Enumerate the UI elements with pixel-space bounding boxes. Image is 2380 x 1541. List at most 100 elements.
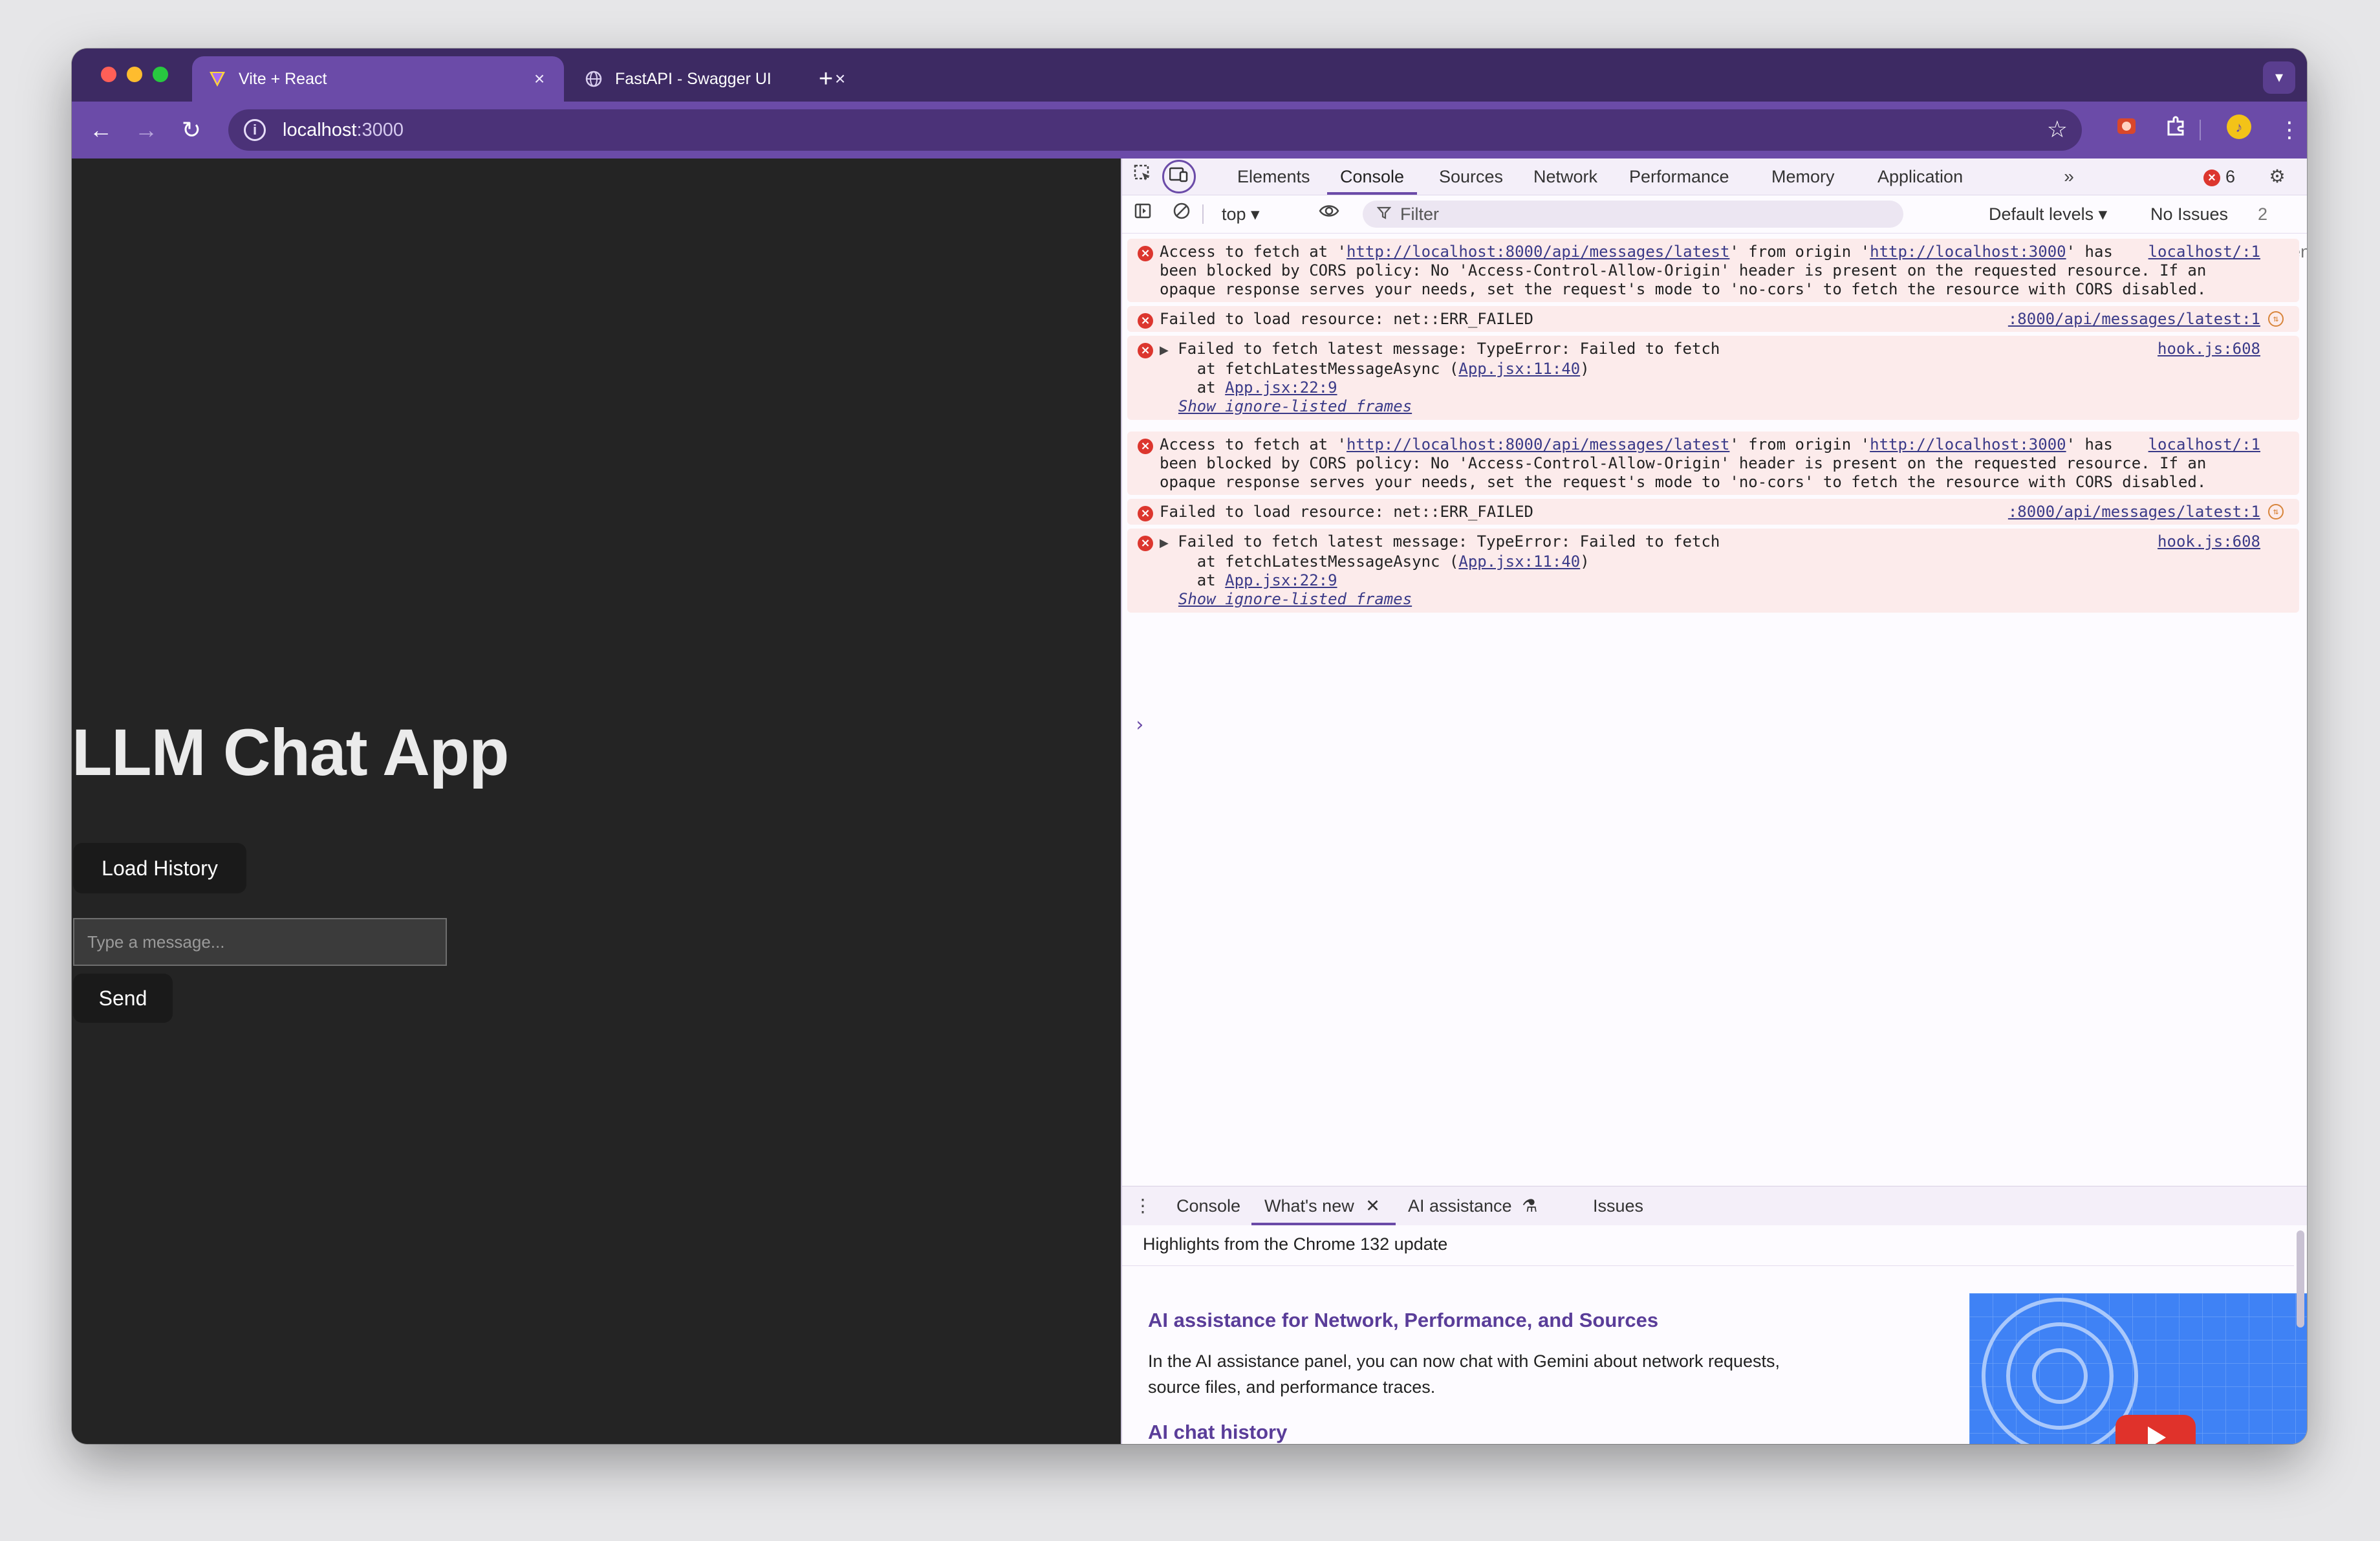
source-link[interactable]: localhost/:1 <box>2148 243 2260 261</box>
stack-frame-link[interactable]: App.jsx:11:40 <box>1458 552 1580 571</box>
drawer-menu-icon[interactable]: ⋮ <box>1130 1193 1156 1219</box>
drawer-scrollbar[interactable] <box>2297 1230 2304 1328</box>
source-link[interactable]: hook.js:608 <box>2158 340 2260 358</box>
devtools-menu-icon[interactable]: ⋮ <box>2299 164 2307 190</box>
send-button[interactable]: Send <box>73 974 173 1023</box>
error-counter[interactable]: × 6 <box>2203 158 2235 195</box>
url-text: localhost:3000 <box>283 119 404 140</box>
device-toolbar-icon[interactable] <box>1162 160 1196 193</box>
console-error-fetch[interactable]: × ▶ Failed to fetch latest message: Type… <box>1127 529 2299 613</box>
feature-heading[interactable]: AI assistance for Network, Performance, … <box>1148 1309 1658 1332</box>
close-window-button[interactable] <box>101 67 116 82</box>
svg-text:♪: ♪ <box>2236 119 2243 135</box>
request-url-link[interactable]: http://localhost:8000/api/messages/lates… <box>1347 435 1729 454</box>
tab-title: Vite + React <box>239 69 327 88</box>
settings-gear-icon[interactable]: ⚙ <box>2264 164 2290 190</box>
error-icon: × <box>1138 246 1153 261</box>
show-ignore-listed-frames-link[interactable]: Show ignore-listed frames <box>1178 397 1412 415</box>
expand-triangle-icon[interactable]: ▶ <box>1160 344 1169 357</box>
source-link[interactable]: localhost/:1 <box>2148 435 2260 454</box>
inspect-element-icon[interactable] <box>1130 164 1156 190</box>
drawer-tab-whats-new[interactable]: What's new ✕ <box>1251 1186 1396 1225</box>
request-url-link[interactable]: http://localhost:8000/api/messages/lates… <box>1347 243 1729 261</box>
origin-url-link[interactable]: http://localhost:3000 <box>1870 243 2066 261</box>
error-icon: × <box>1138 313 1153 329</box>
flask-icon: ⚗ <box>1522 1196 1538 1216</box>
highlights-title: Highlights from the Chrome 132 update <box>1143 1234 1448 1254</box>
console-error-fetch[interactable]: × ▶ Failed to fetch latest message: Type… <box>1127 336 2299 420</box>
more-tabs-chevron-icon[interactable]: » <box>2056 164 2082 190</box>
profile-avatar[interactable]: ♪ <box>2223 114 2255 146</box>
issues-button[interactable]: No Issues <box>2150 195 2228 233</box>
context-selector[interactable]: top ▾ <box>1222 195 1260 233</box>
page-title: LLM Chat App <box>72 716 509 789</box>
console-filter-bar: top ▾ Filter Default levels ▾ No Issues … <box>1122 195 2307 261</box>
drawer-tab-ai-assistance[interactable]: AI assistance ⚗ <box>1408 1186 1537 1225</box>
show-ignore-listed-frames-link[interactable]: Show ignore-listed frames <box>1178 590 1412 608</box>
network-request-icon[interactable]: ⇅ <box>2268 504 2284 519</box>
message-text: Failed to load resource: net::ERR_FAILED <box>1160 310 1533 328</box>
reload-icon[interactable]: ↻ <box>175 114 208 146</box>
close-whats-new-icon[interactable]: ✕ <box>1365 1196 1380 1216</box>
source-link[interactable]: :8000/api/messages/latest:1 <box>2008 310 2260 329</box>
console-prompt-chevron-icon[interactable]: › <box>1134 714 1145 736</box>
whats-new-panel: Highlights from the Chrome 132 update AI… <box>1122 1225 2307 1444</box>
log-levels-dropdown[interactable]: Default levels ▾ <box>1989 195 2107 233</box>
tab-performance[interactable]: Performance <box>1629 158 1729 195</box>
tab-network[interactable]: Network <box>1533 158 1597 195</box>
load-history-button[interactable]: Load History <box>73 843 246 893</box>
tab-sources[interactable]: Sources <box>1439 158 1503 195</box>
origin-url-link[interactable]: http://localhost:3000 <box>1870 435 2066 454</box>
message-input[interactable] <box>73 918 447 966</box>
feature-heading[interactable]: AI chat history <box>1148 1421 1287 1444</box>
address-bar[interactable]: i localhost:3000 ☆ <box>228 109 2082 151</box>
browser-window: Vite + React × FastAPI - Swagger UI × + … <box>72 49 2307 1444</box>
drawer-tab-console[interactable]: Console <box>1176 1186 1240 1225</box>
source-link[interactable]: hook.js:608 <box>2158 532 2260 551</box>
puzzle-extensions-icon[interactable] <box>2159 114 2192 146</box>
eye-icon[interactable] <box>1316 201 1342 227</box>
console-error-cors: × Access to fetch at 'http://localhost:8… <box>1127 239 2299 302</box>
tab-vite-react[interactable]: Vite + React × <box>192 56 564 102</box>
vite-icon <box>208 69 227 89</box>
forward-arrow-icon[interactable]: → <box>130 114 162 146</box>
stack-frame-link[interactable]: App.jsx:22:9 <box>1225 378 1337 397</box>
drawer-tab-issues[interactable]: Issues <box>1593 1186 1643 1225</box>
new-tab-icon[interactable]: + <box>810 63 842 95</box>
filter-separator <box>1202 204 1204 224</box>
zoom-window-button[interactable] <box>153 67 168 82</box>
tab-memory[interactable]: Memory <box>1771 158 1835 195</box>
minimize-window-button[interactable] <box>127 67 142 82</box>
tab-application[interactable]: Application <box>1877 158 1963 195</box>
message-text: ▶ Failed to fetch latest message: TypeEr… <box>1160 340 1720 415</box>
filter-funnel-icon <box>1376 204 1392 224</box>
tab-console[interactable]: Console <box>1326 158 1418 195</box>
error-icon: × <box>1138 536 1153 551</box>
clear-console-icon[interactable] <box>1169 201 1195 227</box>
error-icon: × <box>1138 343 1153 358</box>
source-link[interactable]: :8000/api/messages/latest:1 <box>2008 503 2260 521</box>
extension-icon[interactable] <box>2110 114 2143 146</box>
feature-video-thumbnail[interactable] <box>1969 1293 2307 1444</box>
divider <box>1122 1265 2294 1266</box>
filter-input[interactable]: Filter <box>1363 201 1903 228</box>
error-icon: × <box>1138 506 1153 521</box>
browser-menu-icon[interactable]: ⋮ <box>2273 114 2306 146</box>
network-request-icon[interactable]: ⇅ <box>2268 311 2284 327</box>
expand-triangle-icon[interactable]: ▶ <box>1160 536 1169 550</box>
devtools-panel: Elements Console Sources Network Perform… <box>1121 158 2307 1444</box>
stack-frame-link[interactable]: App.jsx:11:40 <box>1458 360 1580 378</box>
sidebar-toggle-icon[interactable] <box>1130 201 1156 227</box>
browser-toolbar: ← → ↻ i localhost:3000 ☆ ♪ ⋮ <box>72 102 2307 158</box>
close-tab-icon[interactable]: × <box>530 69 548 89</box>
site-info-icon[interactable]: i <box>244 119 266 141</box>
tab-search-chevron-icon[interactable]: ▾ <box>2263 61 2295 94</box>
toolbar-separator <box>2200 120 2201 140</box>
tab-strip: Vite + React × FastAPI - Swagger UI × + … <box>72 49 2307 102</box>
back-arrow-icon[interactable]: ← <box>85 114 117 146</box>
bookmark-star-icon[interactable]: ☆ <box>2047 116 2068 143</box>
message-text: Access to fetch at 'http://localhost:800… <box>1160 243 2207 298</box>
stack-frame-link[interactable]: App.jsx:22:9 <box>1225 571 1337 589</box>
feature-description: In the AI assistance panel, you can now … <box>1148 1351 1780 1397</box>
tab-elements[interactable]: Elements <box>1237 158 1310 195</box>
